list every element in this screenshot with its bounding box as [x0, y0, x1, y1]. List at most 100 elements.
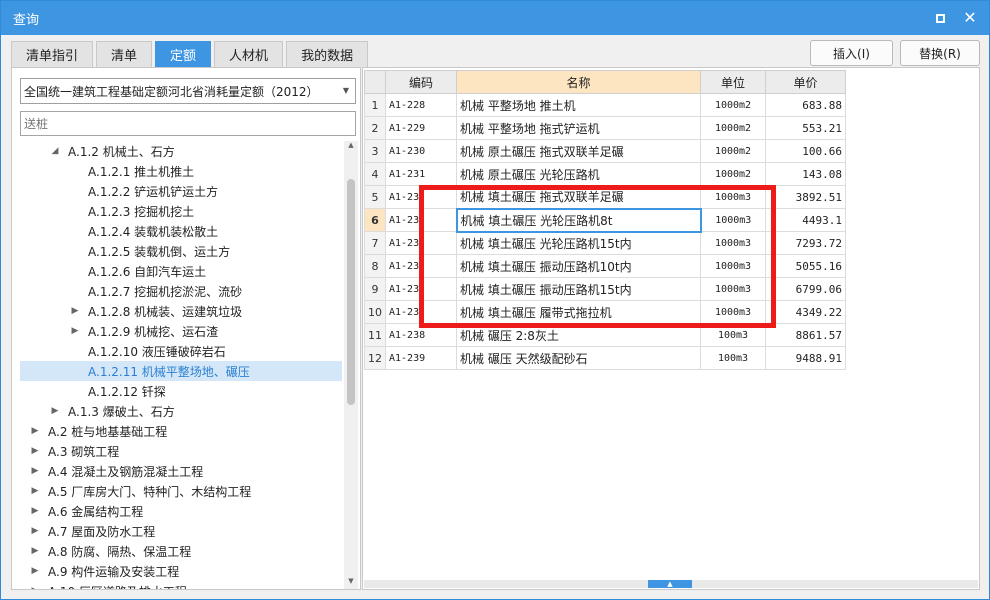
unit-cell[interactable]: 1000m2: [700, 162, 766, 186]
row-number[interactable]: 9: [364, 277, 386, 301]
tree-node[interactable]: ▶ A.1.3 爆破土、石方: [20, 401, 342, 421]
price-cell[interactable]: 683.88: [765, 93, 846, 117]
tree-node[interactable]: ▶ A.5 厂库房大门、特种门、木结构工程: [20, 481, 342, 501]
table-row[interactable]: 12 A1-239 机械 碾压 天然级配砂石 100m3 9488.91: [364, 346, 846, 370]
row-number[interactable]: 7: [364, 231, 386, 255]
price-cell[interactable]: 7293.72: [765, 231, 846, 255]
tree-node[interactable]: A.1.2.12 钎探: [20, 381, 342, 401]
price-cell[interactable]: 5055.16: [765, 254, 846, 278]
unit-cell[interactable]: 1000m2: [700, 139, 766, 163]
expand-icon[interactable]: ▶: [28, 446, 42, 456]
code-cell[interactable]: A1-231: [385, 162, 457, 186]
close-button[interactable]: ✕: [959, 7, 981, 29]
tab-item[interactable]: 清单: [96, 41, 153, 67]
row-number[interactable]: 8: [364, 254, 386, 278]
expand-icon[interactable]: ▶: [28, 586, 42, 589]
scroll-thumb[interactable]: [347, 179, 355, 405]
price-cell[interactable]: 4349.22: [765, 300, 846, 324]
tree-node[interactable]: A.1.2.3 挖掘机挖土: [20, 201, 342, 221]
name-cell[interactable]: 机械 碾压 天然级配砂石: [456, 346, 701, 370]
price-header[interactable]: 单价: [765, 70, 846, 94]
name-cell[interactable]: 机械 原土碾压 光轮压路机: [456, 162, 701, 186]
collapse-icon[interactable]: ◢: [48, 146, 62, 156]
code-cell[interactable]: A1-229: [385, 116, 457, 140]
expand-icon[interactable]: ▶: [68, 326, 82, 336]
name-header[interactable]: 名称: [456, 70, 701, 94]
row-number[interactable]: 10: [364, 300, 386, 324]
row-number[interactable]: 12: [364, 346, 386, 370]
price-cell[interactable]: 553.21: [765, 116, 846, 140]
tree-node[interactable]: ▶ A.6 金属结构工程: [20, 501, 342, 521]
expand-icon[interactable]: ▶: [28, 486, 42, 496]
tree-node[interactable]: ▶ A.9 构件运输及安装工程: [20, 561, 342, 581]
scroll-up-icon[interactable]: ▲: [344, 141, 358, 153]
row-number[interactable]: 6: [364, 208, 386, 232]
expand-icon[interactable]: ▶: [28, 566, 42, 576]
table-row[interactable]: 2 A1-229 机械 平整场地 拖式铲运机 1000m2 553.21: [364, 116, 846, 140]
tree-node[interactable]: ▶ A.7 屋面及防水工程: [20, 521, 342, 541]
name-cell[interactable]: 机械 原土碾压 拖式双联羊足碾: [456, 139, 701, 163]
tree-node[interactable]: ▶ A.1.2.9 机械挖、运石渣: [20, 321, 342, 341]
expand-up-icon[interactable]: ▲: [648, 580, 692, 588]
replace-button[interactable]: 替换(R): [900, 40, 980, 66]
scroll-down-icon[interactable]: ▼: [344, 577, 358, 589]
price-cell[interactable]: 143.08: [765, 162, 846, 186]
tab-item[interactable]: 我的数据: [286, 41, 369, 67]
code-cell[interactable]: A1-228: [385, 93, 457, 117]
price-cell[interactable]: 3892.51: [765, 185, 846, 209]
tree-node[interactable]: A.1.2.1 推土机推土: [20, 161, 342, 181]
tree-node[interactable]: ▶ A.3 砌筑工程: [20, 441, 342, 461]
maximize-button[interactable]: [929, 7, 951, 29]
unit-cell[interactable]: 1000m2: [700, 116, 766, 140]
unit-cell[interactable]: 1000m2: [700, 93, 766, 117]
tree-node[interactable]: ▶ A.2 桩与地基基础工程: [20, 421, 342, 441]
tree-node[interactable]: A.1.2.5 装载机倒、运土方: [20, 241, 342, 261]
table-row[interactable]: 3 A1-230 机械 原土碾压 拖式双联羊足碾 1000m2 100.66: [364, 139, 846, 163]
table-row[interactable]: 1 A1-228 机械 平整场地 推土机 1000m2 683.88: [364, 93, 846, 117]
tree-node[interactable]: A.1.2.4 装载机装松散土: [20, 221, 342, 241]
tree-node[interactable]: ▶ A.1.2.8 机械装、运建筑垃圾: [20, 301, 342, 321]
tab-item[interactable]: 清单指引: [11, 41, 94, 67]
expand-icon[interactable]: ▶: [68, 306, 82, 316]
tree-node[interactable]: ▶ A.10 厂区道路及排水工程: [20, 581, 342, 590]
row-number[interactable]: 4: [364, 162, 386, 186]
unit-cell[interactable]: 100m3: [700, 346, 766, 370]
expand-icon[interactable]: ▶: [28, 426, 42, 436]
grid-hscrollbar[interactable]: ▲: [364, 580, 978, 588]
row-number[interactable]: 3: [364, 139, 386, 163]
price-cell[interactable]: 9488.91: [765, 346, 846, 370]
tree-node[interactable]: A.1.2.11 机械平整场地、碾压: [20, 361, 342, 381]
code-cell[interactable]: A1-230: [385, 139, 457, 163]
name-cell[interactable]: 机械 平整场地 推土机: [456, 93, 701, 117]
price-cell[interactable]: 8861.57: [765, 323, 846, 347]
price-cell[interactable]: 100.66: [765, 139, 846, 163]
expand-icon[interactable]: ▶: [48, 406, 62, 416]
tab-item[interactable]: 定额: [155, 41, 212, 67]
unit-header[interactable]: 单位: [700, 70, 766, 94]
code-header[interactable]: 编码: [385, 70, 457, 94]
expand-icon[interactable]: ▶: [28, 506, 42, 516]
table-row[interactable]: 4 A1-231 机械 原土碾压 光轮压路机 1000m2 143.08: [364, 162, 846, 186]
tree-node[interactable]: ▶ A.4 混凝土及钢筋混凝土工程: [20, 461, 342, 481]
price-cell[interactable]: 4493.1: [765, 208, 846, 232]
tree-node[interactable]: A.1.2.2 铲运机铲运土方: [20, 181, 342, 201]
insert-button[interactable]: 插入(I): [810, 40, 893, 66]
tree-scrollbar[interactable]: ▲ ▼: [344, 141, 358, 589]
library-select[interactable]: 全国统一建筑工程基础定额河北省消耗量定额（2012） ▼: [20, 78, 356, 104]
row-number[interactable]: 2: [364, 116, 386, 140]
name-cell[interactable]: 机械 平整场地 拖式铲运机: [456, 116, 701, 140]
tree-node[interactable]: ◢ A.1.2 机械土、石方: [20, 141, 342, 161]
tree-node[interactable]: ▶ A.8 防腐、隔热、保温工程: [20, 541, 342, 561]
search-input[interactable]: 送桩: [20, 111, 356, 136]
price-cell[interactable]: 6799.06: [765, 277, 846, 301]
row-number[interactable]: 11: [364, 323, 386, 347]
tree-node[interactable]: A.1.2.7 挖掘机挖淤泥、流砂: [20, 281, 342, 301]
tab-item[interactable]: 人材机: [214, 41, 284, 67]
expand-icon[interactable]: ▶: [28, 526, 42, 536]
expand-icon[interactable]: ▶: [28, 466, 42, 476]
row-number[interactable]: 5: [364, 185, 386, 209]
tree-node[interactable]: A.1.2.6 自卸汽车运土: [20, 261, 342, 281]
row-number[interactable]: 1: [364, 93, 386, 117]
tree-node[interactable]: A.1.2.10 液压锤破碎岩石: [20, 341, 342, 361]
code-cell[interactable]: A1-239: [385, 346, 457, 370]
